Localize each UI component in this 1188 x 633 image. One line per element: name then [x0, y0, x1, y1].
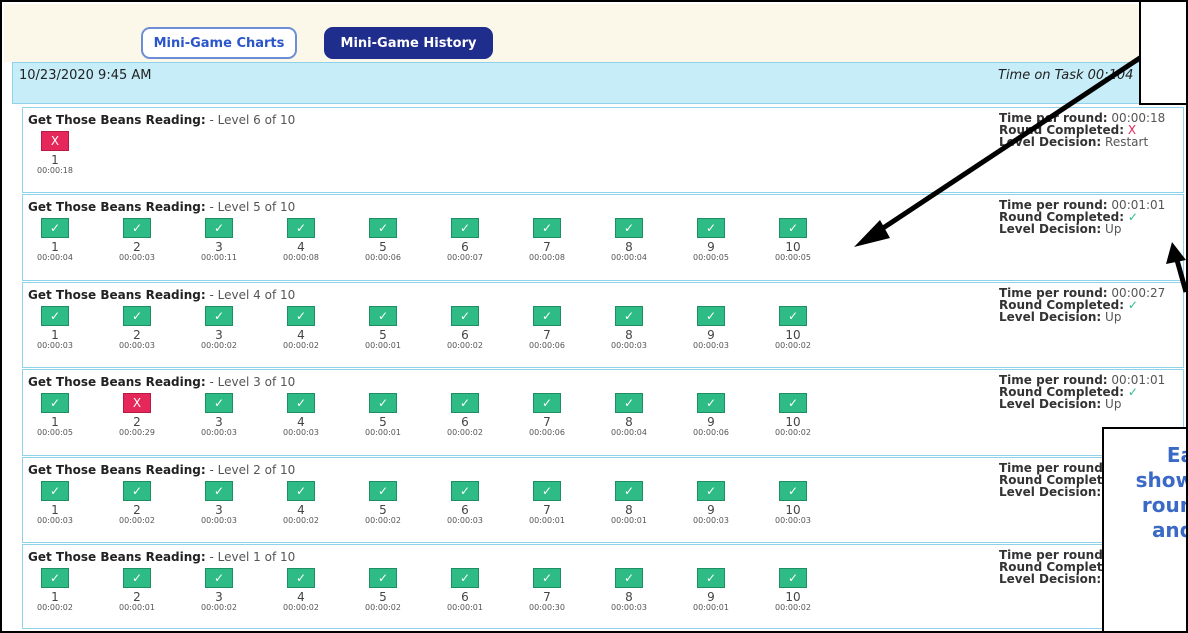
arrow-line-1: [866, 47, 1154, 241]
callout-line: roun: [1141, 493, 1186, 517]
callout-box-top: [1139, 2, 1186, 105]
callout-box-bottom: Ea show roun and: [1102, 427, 1186, 631]
arrow-head-2: [1166, 242, 1186, 264]
callout-line: and: [1151, 518, 1186, 542]
callout-line: show: [1135, 468, 1186, 492]
screen-frame: Mini-Game Charts Mini-Game History 10/23…: [0, 0, 1188, 633]
annotation-arrows: [854, 47, 1186, 293]
arrow-line-2: [1174, 259, 1186, 293]
callout-line: Ea: [1166, 443, 1186, 467]
